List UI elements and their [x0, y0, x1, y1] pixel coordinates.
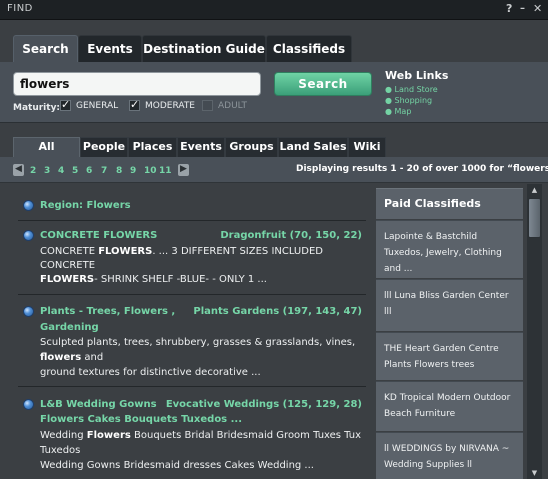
- page-link[interactable]: 8: [116, 166, 122, 176]
- web-links-heading: Web Links: [385, 69, 449, 82]
- result-snippet: flowers and: [40, 352, 104, 363]
- paid-item-line: lll Luna Bliss Garden Center: [384, 291, 509, 301]
- moderate-label: MODERATE: [145, 101, 195, 111]
- tab-destination-guide[interactable]: Destination Guide: [142, 35, 266, 62]
- next-page-icon[interactable]: ▶: [178, 164, 189, 176]
- result-snippet: CONCRETE: [40, 260, 96, 271]
- page-link[interactable]: 7: [101, 166, 107, 176]
- paid-item-line: THE Heart Garden Centre: [384, 344, 499, 354]
- divider: [18, 220, 366, 221]
- result-title-cont[interactable]: Flowers Cakes Bouquets Tuxedos ...: [40, 414, 242, 425]
- tab-groups[interactable]: Groups: [225, 137, 278, 157]
- paid-item[interactable]: KD Tropical Modern Outdoor Beach Furnitu…: [376, 381, 523, 431]
- paid-item-line: KD Tropical Modern Outdoor: [384, 393, 511, 403]
- find-window: FIND ? – ✕ Search Events Destination Gui…: [0, 0, 548, 479]
- divider: [18, 294, 366, 295]
- paid-item-line: Tuxedos, Jewelry, Clothing: [384, 248, 502, 258]
- search-input[interactable]: [13, 72, 261, 96]
- result-snippet: FLOWERS- SHRINK SHELF -BLUE- - ONLY 1 ..…: [40, 274, 267, 285]
- prev-page-icon[interactable]: ◀: [13, 164, 24, 176]
- result-snippet: Tuxedos: [40, 445, 81, 456]
- adult-label: ADULT: [218, 101, 247, 111]
- paid-item-line: Plants Flowers trees: [384, 360, 475, 370]
- globe-icon: [23, 306, 34, 317]
- check-icon: ✓: [130, 98, 140, 111]
- tab-wiki[interactable]: Wiki: [348, 137, 386, 157]
- paid-classifieds-panel: Paid Classifieds Lapointe & Bastchild Tu…: [376, 184, 523, 479]
- page-link[interactable]: 11: [159, 166, 172, 176]
- result-snippet: Sculpted plants, trees, shrubbery, grass…: [40, 337, 356, 348]
- check-icon: ✓: [61, 98, 71, 111]
- paid-item-line: lll: [384, 307, 392, 317]
- close-icon[interactable]: ✕: [533, 2, 542, 16]
- result-snippet: Wedding Flowers Bouquets Bridal Bridesma…: [40, 430, 362, 441]
- results-list: Region: Flowers CONCRETE FLOWERS Dragonf…: [0, 184, 376, 479]
- pagination-bar: ◀ 2 3 4 5 6 7 8 9 10 11 ▶ Displaying res…: [0, 157, 548, 183]
- page-link[interactable]: 4: [58, 166, 64, 176]
- help-icon[interactable]: ?: [506, 2, 512, 16]
- paid-item[interactable]: Lapointe & Bastchild Tuxedos, Jewelry, C…: [376, 220, 523, 278]
- window-title: FIND: [7, 3, 33, 14]
- web-link-map[interactable]: ● Map: [385, 107, 411, 116]
- result-title[interactable]: L&B Wedding Gowns: [40, 399, 157, 410]
- page-link[interactable]: 10: [144, 166, 157, 176]
- adult-checkbox[interactable]: [202, 100, 213, 111]
- tab-land-sales[interactable]: Land Sales: [278, 137, 348, 157]
- paid-item-line: ll WEDDINGS by NIRVANA ~: [384, 444, 510, 454]
- paid-classifieds-heading: Paid Classifieds: [376, 188, 523, 219]
- paid-item[interactable]: ll WEDDINGS by NIRVANA ~ Wedding Supplie…: [376, 432, 523, 479]
- tab-classifieds[interactable]: Classifieds: [266, 35, 352, 62]
- paid-item[interactable]: THE Heart Garden Centre Plants Flowers t…: [376, 332, 523, 380]
- tab-places[interactable]: Places: [128, 137, 177, 157]
- scrollbar-thumb[interactable]: [528, 198, 541, 238]
- paid-item-line: Wedding Supplies ll: [384, 460, 473, 470]
- tab-all-results[interactable]: All Results: [13, 137, 80, 171]
- result-location[interactable]: Dragonfruit (70, 150, 22): [220, 230, 362, 241]
- tab-search[interactable]: Search: [13, 35, 78, 63]
- page-link[interactable]: 3: [44, 166, 50, 176]
- result-location[interactable]: Plants Gardens (197, 143, 47): [193, 306, 362, 317]
- page-link[interactable]: 2: [30, 166, 36, 176]
- page-link[interactable]: 6: [86, 166, 92, 176]
- paid-item-line: Lapointe & Bastchild: [384, 232, 478, 242]
- result-location[interactable]: Evocative Weddings (125, 129, 28): [166, 399, 362, 410]
- paid-item[interactable]: lll Luna Bliss Garden Center lll: [376, 279, 523, 331]
- paid-item-line: Beach Furniture: [384, 409, 456, 419]
- search-button[interactable]: Search: [274, 72, 372, 96]
- web-link-land-store[interactable]: ● Land Store: [385, 85, 438, 94]
- result-title[interactable]: CONCRETE FLOWERS: [40, 230, 157, 241]
- tab-events-results[interactable]: Events: [177, 137, 225, 157]
- general-label: GENERAL: [76, 101, 119, 111]
- result-title[interactable]: Plants - Trees, Flowers ,: [40, 306, 175, 317]
- paid-item-line: and ...: [384, 264, 413, 274]
- maturity-label: Maturity:: [13, 103, 61, 113]
- moderate-checkbox[interactable]: ✓: [129, 98, 140, 111]
- tab-events[interactable]: Events: [78, 35, 142, 62]
- results-scrollbar[interactable]: ▲ ▼: [523, 184, 548, 479]
- divider: [18, 386, 366, 387]
- scroll-down-icon[interactable]: ▼: [527, 467, 542, 479]
- globe-icon: [23, 230, 34, 241]
- web-link-shopping[interactable]: ● Shopping: [385, 96, 432, 105]
- results-count: Displaying results 1 - 20 of over 1000 f…: [296, 164, 548, 174]
- result-snippet: CONCRETE FLOWERS. ... 3 DIFFERENT SIZES …: [40, 246, 323, 257]
- scroll-up-icon[interactable]: ▲: [527, 184, 542, 197]
- page-link[interactable]: 9: [130, 166, 136, 176]
- page-link[interactable]: 5: [72, 166, 78, 176]
- minimize-icon[interactable]: –: [520, 2, 525, 16]
- general-checkbox[interactable]: ✓: [60, 98, 71, 111]
- title-bar: FIND ? – ✕: [0, 0, 548, 20]
- result-title-cont[interactable]: Gardening: [40, 322, 99, 333]
- globe-icon: [23, 200, 34, 211]
- search-panel: Search Maturity: ✓ GENERAL ✓ MODERATE AD…: [0, 62, 548, 123]
- result-snippet: ground textures for distinctive decorati…: [40, 367, 261, 378]
- result-title[interactable]: Region: Flowers: [40, 200, 131, 211]
- tab-people[interactable]: People: [80, 137, 128, 157]
- result-snippet: Wedding Gowns Bridesmaid dresses Cakes W…: [40, 460, 314, 471]
- globe-icon: [23, 399, 34, 410]
